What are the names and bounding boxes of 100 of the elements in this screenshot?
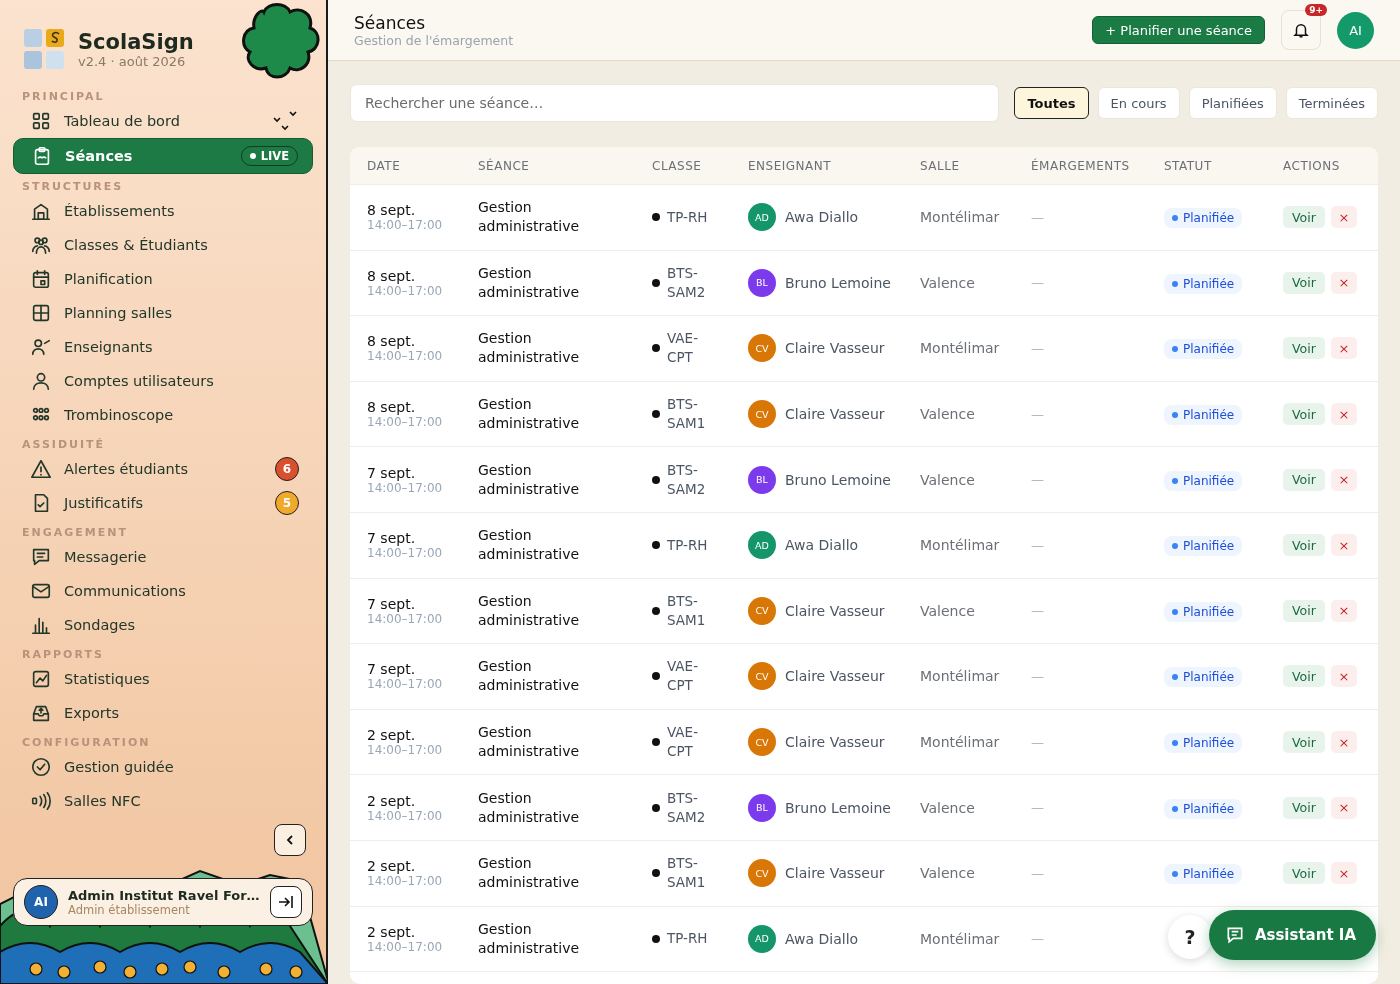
nav-item[interactable]: Messagerie	[13, 540, 313, 574]
class-name: TP-RH	[667, 929, 709, 949]
nav-item[interactable]: Trombinoscope	[13, 398, 313, 432]
filter-tab[interactable]: Toutes	[1014, 87, 1089, 119]
teacher-name: Awa Diallo	[785, 209, 859, 226]
time-text: 14:00–17:00	[367, 808, 444, 823]
teacher-name: Claire Vasseur	[785, 668, 885, 685]
delete-button[interactable]: ×	[1330, 796, 1357, 819]
time-text: 14:00–17:00	[367, 349, 444, 364]
view-button[interactable]: Voir	[1283, 665, 1325, 688]
nav-item[interactable]: Communications	[13, 574, 313, 608]
date-text: 2 sept.	[367, 727, 417, 744]
session-name: Gestion administrative	[478, 919, 581, 958]
view-button[interactable]: Voir	[1283, 206, 1325, 229]
plan-session-button[interactable]: + Planifier une séance	[1092, 16, 1265, 44]
status-badge: Planifiée	[1164, 273, 1243, 294]
logout-button[interactable]	[270, 886, 302, 918]
delete-button[interactable]: ×	[1330, 337, 1357, 360]
time-text: 14:00–17:00	[367, 874, 444, 889]
nav-item[interactable]: Planning salles	[13, 296, 313, 330]
nav-item[interactable]: Justificatifs 5	[13, 486, 313, 520]
session-name: Gestion administrative	[478, 723, 581, 762]
signatures-count: —	[1031, 341, 1045, 356]
section-heading: ASSIDUITÉ	[21, 437, 107, 452]
teacher-name: Claire Vasseur	[785, 734, 885, 751]
class-name: TP-RH	[667, 535, 709, 555]
time-text: 14:00–17:00	[367, 546, 444, 561]
signatures-count: —	[1031, 865, 1045, 881]
search-field[interactable]: Rechercher une séance…	[350, 84, 1000, 122]
filter-tab[interactable]: Planifiées	[1188, 87, 1277, 119]
nav-item[interactable]: Alertes étudiants 6	[13, 452, 313, 486]
teacher-avatar: BL	[748, 793, 776, 822]
nav-item[interactable]: Classes & Étudiants	[13, 228, 313, 262]
view-button[interactable]: Voir	[1283, 862, 1325, 885]
class-dot-icon	[652, 934, 660, 943]
nav-item[interactable]: Exports	[13, 696, 313, 730]
nav-icon	[30, 268, 52, 290]
time-text: 14:00–17:00	[367, 939, 444, 954]
nav-item[interactable]: Sondages	[13, 608, 313, 642]
room-name: Montélimar	[920, 340, 1001, 357]
room-name: Valence	[920, 471, 976, 488]
view-button[interactable]: Voir	[1283, 403, 1325, 426]
time-text: 14:00–17:00	[367, 611, 444, 626]
view-button[interactable]: Voir	[1283, 337, 1325, 360]
nav-item[interactable]: Établissements	[13, 194, 313, 228]
user-card[interactable]: AI Admin Institut Ravel For… Admin établissement	[13, 878, 313, 926]
nav-item[interactable]: Salles NFC	[13, 784, 313, 818]
logo-icon	[24, 29, 64, 69]
view-button[interactable]: Voir	[1283, 271, 1325, 294]
status-badge: Planifiée	[1164, 536, 1243, 557]
chevron-left-icon	[285, 834, 295, 846]
nav-item[interactable]: Séances LIVE	[13, 138, 313, 174]
delete-button[interactable]: ×	[1330, 534, 1357, 557]
session-name: Gestion administrative	[478, 329, 581, 368]
delete-button[interactable]: ×	[1330, 206, 1357, 229]
class-name: TP-RH	[667, 207, 709, 227]
nav-item[interactable]: Gestion guidée	[13, 750, 313, 784]
teacher-avatar: CV	[748, 728, 776, 757]
delete-button[interactable]: ×	[1330, 403, 1357, 426]
date-text: 8 sept.	[367, 267, 417, 284]
delete-button[interactable]: ×	[1330, 665, 1357, 688]
delete-button[interactable]: ×	[1330, 468, 1357, 491]
delete-button[interactable]: ×	[1330, 271, 1357, 294]
column-header: ACTIONS	[1283, 158, 1341, 173]
teacher-name: Awa Diallo	[785, 537, 859, 554]
nav-item[interactable]: Tableau de bord	[13, 104, 313, 138]
collapse-button[interactable]	[274, 824, 306, 856]
filter-tab[interactable]: En cours	[1097, 87, 1180, 119]
date-text: 7 sept.	[367, 530, 417, 547]
column-header: ÉMARGEMENTS	[1031, 158, 1131, 173]
nav-item[interactable]: Statistiques	[13, 662, 313, 696]
session-name: Gestion administrative	[478, 263, 581, 302]
teacher-name: Claire Vasseur	[785, 602, 885, 619]
delete-button[interactable]: ×	[1330, 599, 1357, 622]
delete-button[interactable]: ×	[1330, 862, 1357, 885]
section-heading: ENGAGEMENT	[21, 525, 129, 540]
user-avatar[interactable]: AI	[1337, 11, 1374, 49]
time-text: 14:00–17:00	[367, 743, 444, 758]
class-dot-icon	[652, 803, 660, 812]
nav-icon	[30, 234, 52, 256]
class-dot-icon	[652, 541, 660, 550]
view-button[interactable]: Voir	[1283, 796, 1325, 819]
assistant-button[interactable]: Assistant IA	[1208, 910, 1376, 960]
view-button[interactable]: Voir	[1283, 534, 1325, 557]
filter-tab[interactable]: Terminées	[1285, 87, 1378, 119]
nav-item[interactable]: Planification	[13, 262, 313, 296]
view-button[interactable]: Voir	[1283, 468, 1325, 491]
class-name: VAE-CPT	[667, 723, 699, 762]
delete-button[interactable]: ×	[1330, 731, 1357, 754]
view-button[interactable]: Voir	[1283, 731, 1325, 754]
nav-icon	[30, 110, 52, 132]
page-title: Séances	[354, 12, 427, 33]
column-header: ENSEIGNANT	[748, 158, 833, 173]
teacher-avatar: AD	[748, 531, 776, 560]
column-header: STATUT	[1164, 158, 1213, 173]
nav-item[interactable]: Enseignants	[13, 330, 313, 364]
class-name: BTS-SAM1	[667, 395, 707, 434]
nav-icon	[30, 370, 52, 392]
nav-item[interactable]: Comptes utilisateurs	[13, 364, 313, 398]
view-button[interactable]: Voir	[1283, 599, 1325, 622]
